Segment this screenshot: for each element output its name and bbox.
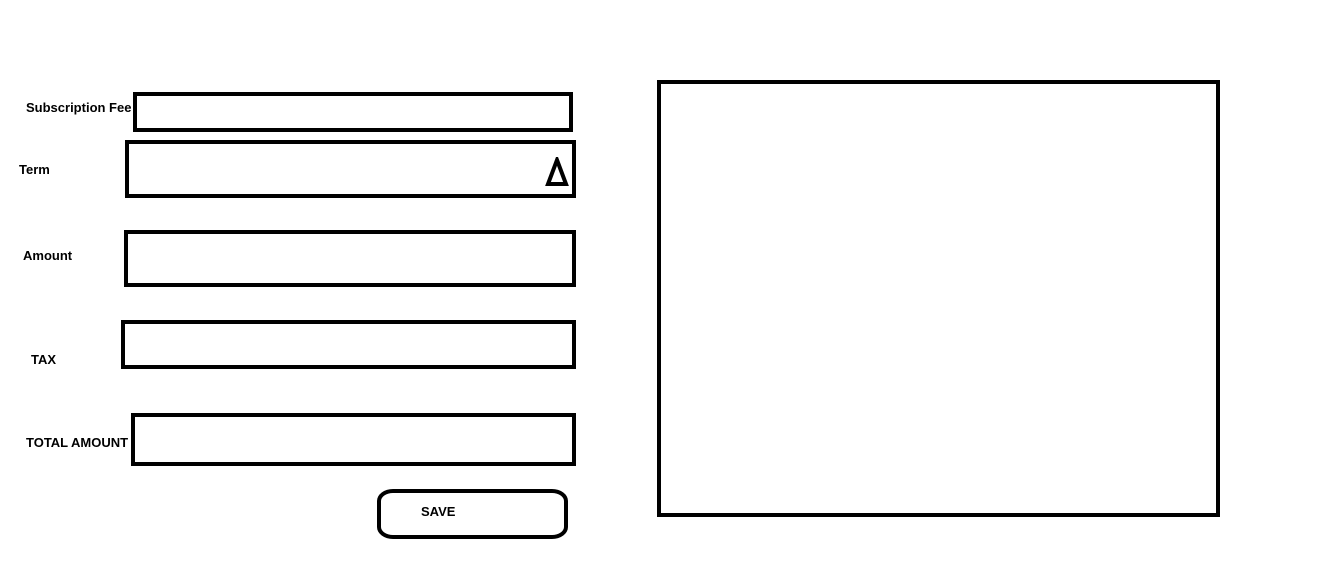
save-button-label: SAVE bbox=[421, 504, 456, 519]
term-label: Term bbox=[19, 162, 50, 177]
tax-label: TAX bbox=[31, 352, 57, 367]
total-amount-label: TOTAL AMOUNT bbox=[26, 435, 129, 450]
tax-input[interactable] bbox=[121, 320, 576, 369]
total-amount-input[interactable] bbox=[131, 413, 576, 466]
subscription-fee-input[interactable] bbox=[133, 92, 573, 132]
save-button[interactable]: SAVE bbox=[377, 489, 568, 539]
preview-panel bbox=[657, 80, 1220, 517]
triangle-up-icon[interactable] bbox=[545, 157, 569, 187]
term-select[interactable] bbox=[125, 140, 576, 198]
amount-input[interactable] bbox=[124, 230, 576, 287]
amount-label: Amount bbox=[23, 248, 73, 263]
subscription-fee-label: Subscription Fee bbox=[26, 100, 132, 115]
